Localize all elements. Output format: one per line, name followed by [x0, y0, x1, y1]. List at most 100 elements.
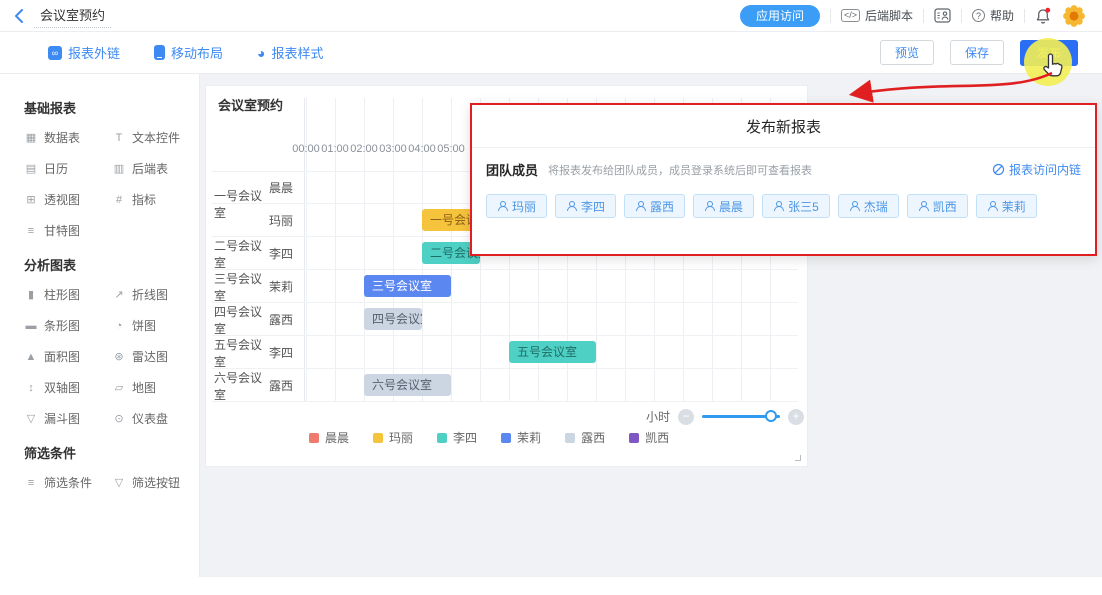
member-name: 晨晨 — [719, 198, 743, 215]
publish-button[interactable]: 发布 — [1020, 40, 1078, 66]
sidebar-item-area-chart[interactable]: ▲面积图 — [24, 348, 112, 365]
back-button[interactable] — [14, 9, 24, 23]
sidebar-item-funnel-chart[interactable]: ▽漏斗图 — [24, 410, 112, 427]
sidebar-item-pivot-table[interactable]: ⊞透视图 — [24, 191, 112, 208]
team-members-label: 团队成员 — [486, 160, 538, 179]
member-chip[interactable]: 茉莉 — [976, 194, 1037, 218]
legend-item[interactable]: 晨晨 — [309, 429, 349, 446]
sidebar-section-items: ▮柱形图↗折线图▬条形图◔饼图▲面积图⊛雷达图↕双轴图▱地图▽漏斗图⊙仪表盘 — [24, 286, 199, 427]
sidebar-item-label: 面积图 — [44, 348, 80, 365]
member-chip[interactable]: 晨晨 — [693, 194, 754, 218]
help-button[interactable]: ? 帮助 — [972, 7, 1014, 24]
funnel-chart-icon: ▽ — [24, 412, 38, 425]
toolbar-tab[interactable]: 移动布局 — [154, 43, 223, 62]
sidebar-item-bar-chart[interactable]: ▬条形图 — [24, 317, 112, 334]
sidebar-item-label: 柱形图 — [44, 286, 80, 303]
preview-button[interactable]: 预览 — [880, 40, 934, 65]
gauge-chart-icon: ⊙ — [112, 412, 126, 425]
member-name: 李四 — [581, 198, 605, 215]
sidebar-item-label: 后端表 — [132, 160, 168, 177]
sidebar-item-calendar[interactable]: ▤日历 — [24, 160, 112, 177]
bar-chart-icon: ▬ — [24, 320, 38, 332]
legend-label: 李四 — [453, 429, 477, 446]
notification-button[interactable] — [1035, 7, 1052, 25]
sidebar-item-line-chart[interactable]: ↗折线图 — [112, 286, 200, 303]
divider — [961, 9, 962, 23]
panel-resize-handle[interactable] — [795, 455, 801, 461]
person-icon — [987, 201, 997, 211]
legend-item[interactable]: 露西 — [565, 429, 605, 446]
toolbar-tab[interactable]: ◕ 报表样式 — [257, 43, 323, 62]
sidebar-item-backend-table[interactable]: ▥后端表 — [112, 160, 200, 177]
flower-avatar-icon — [1062, 4, 1086, 28]
sidebar-item-label: 饼图 — [132, 317, 156, 334]
legend-swatch — [309, 433, 319, 443]
member-chip[interactable]: 李四 — [555, 194, 616, 218]
member-chip[interactable]: 张三5 — [762, 194, 830, 218]
person-label: 玛丽 — [269, 204, 303, 237]
avatar[interactable] — [1062, 4, 1086, 28]
sidebar-item-label: 日历 — [44, 160, 68, 177]
toolbar-tab[interactable]: ∞报表外链 — [48, 43, 120, 62]
sidebar-section-title: 基础报表 — [24, 98, 199, 117]
legend-swatch — [501, 433, 511, 443]
member-name: 张三5 — [788, 198, 819, 215]
metric-icon: # — [112, 194, 126, 206]
sidebar-item-gauge-chart[interactable]: ⊙仪表盘 — [112, 410, 200, 427]
zoom-in-button[interactable]: + — [788, 409, 804, 425]
app: 会议室预约 应用访问 </> 后端脚本 ? 帮助 — [0, 0, 1102, 595]
page-title[interactable]: 会议室预约 — [34, 3, 111, 28]
member-name: 茉莉 — [1002, 198, 1026, 215]
sidebar-item-pie-chart[interactable]: ◔饼图 — [112, 317, 200, 334]
legend-item[interactable]: 茉莉 — [501, 429, 541, 446]
team-members-description: 将报表发布给团队成员，成员登录系统后即可查看报表 — [548, 162, 812, 178]
backend-script-button[interactable]: </> 后端脚本 — [841, 7, 913, 24]
save-button[interactable]: 保存 — [950, 40, 1004, 65]
legend-item[interactable]: 凯西 — [629, 429, 669, 446]
sidebar-item-dual-axis[interactable]: ↕双轴图 — [24, 379, 112, 396]
gantt-bar[interactable]: 四号会议室 — [364, 308, 422, 330]
slider-thumb[interactable] — [765, 410, 777, 422]
sidebar-item-label: 指标 — [132, 191, 156, 208]
sidebar-item-text-widget[interactable]: T文本控件 — [112, 129, 200, 146]
contacts-button[interactable] — [934, 8, 951, 23]
sidebar-item-label: 筛选按钮 — [132, 474, 180, 491]
sidebar-item-metric[interactable]: # 指标 — [112, 191, 200, 208]
tab-label: 移动布局 — [171, 43, 223, 62]
sidebar-item-map[interactable]: ▱地图 — [112, 379, 200, 396]
person-label: 李四 — [269, 336, 303, 369]
sidebar-item-column-chart[interactable]: ▮柱形图 — [24, 286, 112, 303]
member-chip[interactable]: 露西 — [624, 194, 685, 218]
report-access-link[interactable]: 报表访问内链 — [992, 161, 1081, 178]
member-name: 露西 — [650, 198, 674, 215]
sidebar-item-radar-chart[interactable]: ⊛雷达图 — [112, 348, 200, 365]
sidebar-item-label: 折线图 — [132, 286, 168, 303]
sidebar-item-gantt[interactable]: ≡甘特图 — [24, 222, 112, 239]
code-icon: </> — [841, 9, 860, 22]
app-access-button[interactable]: 应用访问 — [740, 5, 820, 27]
person-icon — [773, 201, 783, 211]
legend-swatch — [629, 433, 639, 443]
sidebar-item-filter[interactable]: ≡筛选条件 — [24, 474, 112, 491]
person-icon — [497, 201, 507, 211]
legend-item[interactable]: 李四 — [437, 429, 477, 446]
legend-swatch — [437, 433, 447, 443]
zoom-out-button[interactable]: − — [678, 409, 694, 425]
person-icon — [566, 201, 576, 211]
gantt-bar[interactable]: 五号会议室 — [509, 341, 596, 363]
chart-legend: 晨晨 玛丽 李四 茉莉 露西 凯西 — [309, 429, 669, 446]
filter-button-icon: ▽ — [112, 476, 126, 489]
tab-label: 报表样式 — [272, 43, 324, 62]
sidebar-item-filter-button[interactable]: ▽ 筛选按钮 — [112, 474, 200, 491]
member-chip[interactable]: 凯西 — [907, 194, 968, 218]
member-chip[interactable]: 玛丽 — [486, 194, 547, 218]
member-chip[interactable]: 杰瑞 — [838, 194, 899, 218]
report-style-icon: ◕ — [257, 46, 265, 60]
legend-swatch — [565, 433, 575, 443]
slider-track[interactable] — [702, 415, 780, 418]
gantt-bar[interactable]: 六号会议室 — [364, 374, 451, 396]
dialog-title: 发布新报表 — [472, 105, 1095, 137]
gantt-bar[interactable]: 三号会议室 — [364, 275, 451, 297]
legend-item[interactable]: 玛丽 — [373, 429, 413, 446]
sidebar-item-table[interactable]: ▦数据表 — [24, 129, 112, 146]
